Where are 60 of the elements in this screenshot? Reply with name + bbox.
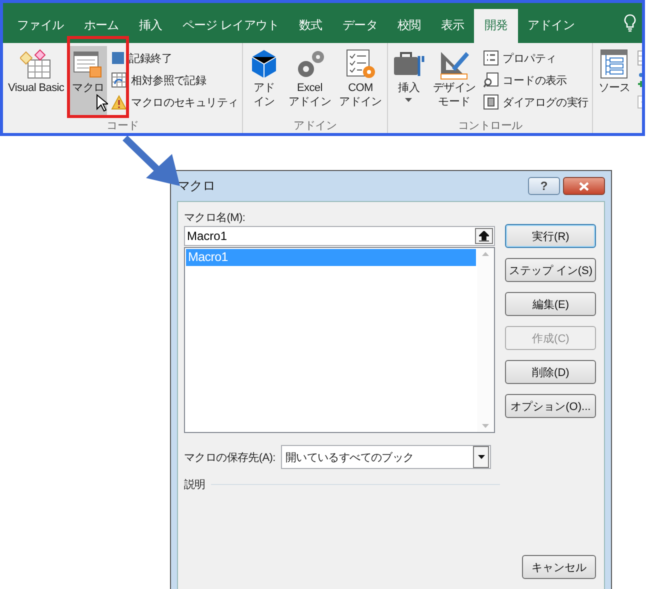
dialog-button[interactable]: 実行(R) (505, 224, 596, 248)
scroll-down-icon[interactable] (482, 424, 490, 428)
ribbon-button[interactable]: マクロ (69, 46, 108, 118)
ribbon-tab[interactable]: 数式 (288, 9, 332, 43)
ribbon-button[interactable]: COM アドイン (336, 46, 385, 118)
ribbon-tab[interactable]: ホーム (74, 9, 129, 43)
ribbon-button[interactable]: ダイアログの実行 (480, 92, 590, 112)
caret-icon (478, 455, 485, 459)
dialog-button[interactable]: 編集(E) (505, 292, 596, 316)
properties-icon (482, 50, 499, 66)
ribbon-button[interactable]: 挿入 (390, 46, 428, 118)
help-button[interactable]: ? (528, 177, 560, 195)
stop-icon (111, 51, 126, 65)
caret-icon (405, 98, 412, 102)
ribbon-tab[interactable]: データ (332, 9, 388, 43)
ribbon-tab[interactable]: 表示 (430, 9, 474, 43)
grid-icon (111, 72, 128, 88)
code-view-icon (482, 72, 499, 88)
ribbon-tab[interactable]: ページ レイアウト (172, 9, 289, 43)
close-icon (579, 182, 589, 190)
dialog-button[interactable]: 削除(D) (505, 360, 596, 384)
field-label: マクロの保存先(A): (184, 450, 276, 464)
ribbon-button[interactable]: ソース (595, 46, 634, 118)
lightbulb-icon[interactable] (624, 14, 636, 32)
ribbon-button[interactable]: プロパティ (480, 48, 590, 68)
group-label: コントロール (456, 119, 524, 133)
ribbon-tab[interactable]: ファイル (7, 9, 74, 43)
collapse-button[interactable] (475, 228, 494, 244)
field-label: マクロ名(M): (184, 211, 246, 226)
mouse-pointer-icon (96, 94, 108, 112)
section-label: 説明 (184, 478, 206, 492)
ribbon-button[interactable]: アド イン (245, 46, 284, 118)
close-button[interactable] (563, 177, 605, 195)
ribbon-tab[interactable]: 挿入 (128, 9, 172, 43)
ribbon-button[interactable]: マクロのセキュリティ (109, 92, 240, 112)
macro-name-field[interactable]: Macro1 (184, 226, 496, 246)
checklist-gear-icon (344, 48, 376, 80)
ribbon-tab[interactable]: 校閲 (387, 9, 431, 43)
dialog-button[interactable]: オプション(O)... (505, 394, 596, 418)
ribbon-button[interactable]: Visual Basic (5, 46, 68, 118)
up-arrow-icon (479, 230, 490, 242)
ribbon-button[interactable]: コードの表示 (480, 70, 590, 90)
location-dropdown[interactable]: 開いているすべてのブック (281, 445, 492, 469)
group-label: アドイン (292, 119, 338, 133)
dialog-icon (482, 94, 499, 110)
ribbon-button[interactable]: 記録終了 (109, 48, 240, 68)
scrollbar[interactable] (477, 248, 494, 432)
ribbon-button[interactable]: 相対参照で記録 (109, 70, 240, 90)
window-title: マクロ (177, 177, 216, 195)
ribbon-tab[interactable]: 開発 (474, 9, 518, 43)
ribbon-tab[interactable]: アドイン (518, 9, 585, 43)
warning-icon (111, 94, 128, 110)
visual-basic-icon (20, 48, 52, 80)
source-icon (598, 48, 630, 80)
ribbon-button[interactable]: Excel アドイン (285, 46, 334, 118)
group-label: コード (106, 119, 140, 133)
dialog-button[interactable]: ステップ イン(S) (505, 258, 596, 282)
cancel-button[interactable]: キャンセル (522, 555, 596, 579)
ribbon-button[interactable]: デザイン モード (430, 46, 479, 118)
scroll-up-icon[interactable] (482, 252, 490, 256)
